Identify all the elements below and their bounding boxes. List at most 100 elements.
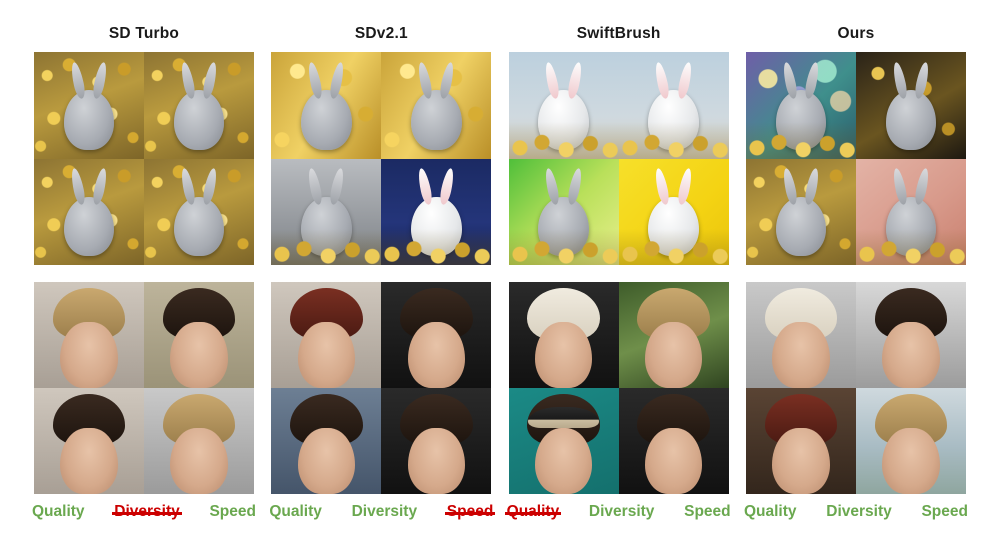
- column-swiftbrush: SwiftBrush Quality Diversity Speed: [504, 0, 731, 538]
- label-speed: Speed: [209, 503, 256, 520]
- sample-image: [144, 158, 254, 265]
- face-shape: [60, 428, 118, 494]
- image-art: [745, 52, 856, 159]
- portrait-image-grid: [34, 282, 254, 494]
- sample-image: [508, 388, 619, 494]
- image-art: [855, 158, 966, 265]
- sample-image: [271, 282, 382, 388]
- rabbit-figure: [63, 196, 115, 257]
- image-art: [144, 158, 254, 265]
- sample-image: [855, 388, 966, 494]
- image-art: [381, 282, 492, 388]
- face-shape: [535, 428, 593, 494]
- face-shape: [772, 322, 830, 388]
- face-shape: [645, 428, 703, 494]
- rabbit-figure: [885, 90, 937, 150]
- image-art: [745, 282, 856, 388]
- coin-stacks: [381, 228, 492, 265]
- image-art: [271, 52, 382, 159]
- sample-image: [508, 158, 619, 265]
- column-title: Ours: [837, 25, 875, 42]
- image-art: [618, 158, 729, 265]
- column-title: SDv2.1: [354, 25, 408, 42]
- attribute-labels: Quality Diversity Speed: [504, 503, 731, 521]
- image-art: [271, 158, 382, 265]
- face-shape: [170, 322, 228, 388]
- rabbit-figure: [173, 196, 225, 257]
- label-quality: Quality: [32, 503, 85, 520]
- coin-stacks: [508, 122, 619, 159]
- portrait-image-grid: [745, 282, 966, 494]
- sample-image: [618, 388, 729, 494]
- sample-image: [508, 52, 619, 159]
- sample-image: [855, 282, 966, 388]
- rabbit-image-grid: [745, 52, 966, 265]
- image-art: [855, 52, 966, 159]
- column-title: SD Turbo: [108, 25, 180, 42]
- image-art: [745, 388, 856, 494]
- sample-image: [745, 282, 856, 388]
- label-quality: Quality: [269, 503, 322, 520]
- sample-image: [271, 52, 382, 159]
- image-art: [508, 388, 619, 494]
- face-shape: [645, 322, 703, 388]
- hat-shape: [528, 407, 599, 429]
- column-ours: Ours Quality Diversity Speed: [744, 0, 968, 538]
- sample-image: [618, 282, 729, 388]
- image-art: [508, 52, 619, 159]
- sample-image: [381, 52, 492, 159]
- column-sd-turbo: SD Turbo Quality Diversity Speed: [32, 0, 256, 538]
- sample-image: [618, 52, 729, 159]
- coin-stacks: [618, 122, 729, 159]
- sample-image: [144, 388, 254, 494]
- image-art: [855, 388, 966, 494]
- image-art: [381, 388, 492, 494]
- image-art: [618, 282, 729, 388]
- attribute-labels: Quality Diversity Speed: [269, 503, 495, 521]
- label-quality: Quality: [504, 503, 561, 520]
- image-art: [855, 282, 966, 388]
- coin-stacks: [618, 228, 729, 265]
- image-art: [34, 388, 144, 494]
- column-sdv21: SDv2.1 Quality Diversity Speed: [269, 0, 495, 538]
- rabbit-figure: [775, 196, 827, 257]
- rabbit-image-grid: [34, 52, 254, 265]
- label-speed: Speed: [444, 503, 495, 520]
- sample-image: [271, 158, 382, 265]
- label-speed: Speed: [684, 503, 731, 520]
- face-shape: [297, 428, 355, 494]
- coin-stacks: [855, 228, 966, 265]
- coin-stacks: [271, 228, 382, 265]
- face-shape: [882, 428, 940, 494]
- image-art: [144, 282, 254, 388]
- sample-image: [144, 52, 254, 159]
- image-art: [271, 388, 382, 494]
- label-speed: Speed: [921, 503, 968, 520]
- sample-image: [34, 52, 144, 159]
- image-art: [508, 158, 619, 265]
- image-art: [271, 282, 382, 388]
- sample-image: [745, 388, 856, 494]
- portrait-image-grid: [508, 282, 729, 494]
- sample-image: [745, 52, 856, 159]
- rabbit-image-grid: [508, 52, 729, 265]
- sample-image: [855, 158, 966, 265]
- sample-image: [381, 158, 492, 265]
- sample-image: [381, 282, 492, 388]
- image-art: [745, 158, 856, 265]
- image-art: [34, 282, 144, 388]
- sample-image: [271, 388, 382, 494]
- image-art: [618, 52, 729, 159]
- sample-image: [34, 282, 144, 388]
- sample-image: [34, 158, 144, 265]
- rabbit-figure: [63, 90, 115, 150]
- coin-stacks: [508, 228, 619, 265]
- method-comparison-figure: SD Turbo Quality Diversity Speed SDv2.1: [0, 0, 1000, 538]
- sample-image: [508, 282, 619, 388]
- image-art: [381, 158, 492, 265]
- image-art: [144, 388, 254, 494]
- portrait-image-grid: [271, 282, 492, 494]
- sample-image: [618, 158, 729, 265]
- face-shape: [535, 322, 593, 388]
- sample-image: [381, 388, 492, 494]
